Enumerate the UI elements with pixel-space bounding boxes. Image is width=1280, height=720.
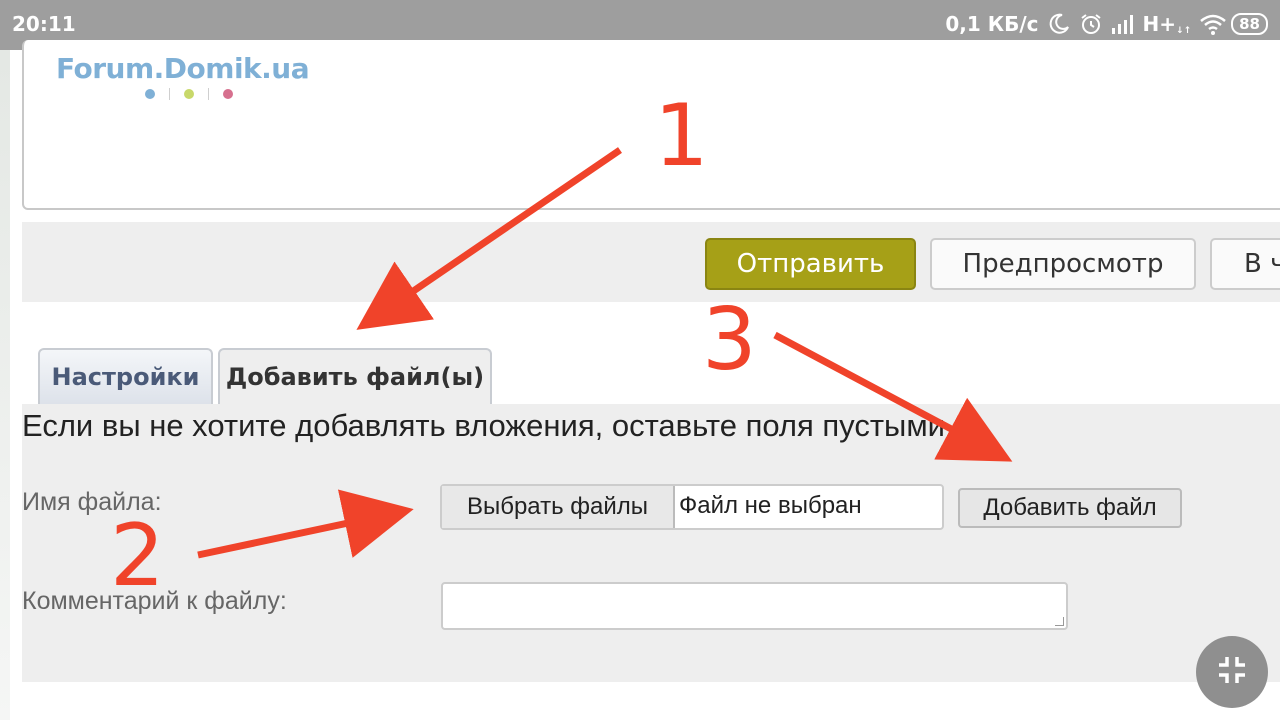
logo-dot-pink — [223, 89, 233, 99]
logo-divider — [208, 88, 209, 100]
annotation-number-1: 1 — [654, 86, 709, 186]
collapse-icon — [1216, 654, 1248, 691]
attachments-hint: Если вы не хотите добавлять вложения, ос… — [22, 408, 945, 443]
moon-icon — [1047, 12, 1071, 36]
more-button[interactable]: В ч — [1210, 238, 1280, 290]
attachments-panel — [22, 404, 1280, 682]
annotation-number-3: 3 — [702, 290, 757, 390]
logo-divider — [169, 88, 170, 100]
logo-dots — [145, 88, 233, 100]
network-type: H+↓↑ — [1142, 12, 1192, 36]
alarm-icon — [1079, 12, 1103, 36]
network-speed: 0,1 КБ/с — [945, 12, 1039, 36]
forum-logo[interactable]: Forum.Domik.ua — [56, 52, 310, 85]
signal-icon — [1111, 12, 1135, 36]
left-edge — [0, 50, 10, 720]
status-right: 0,1 КБ/с H+↓↑ 88 — [945, 12, 1268, 36]
logo-dot-blue — [145, 89, 155, 99]
annotation-number-2: 2 — [110, 506, 165, 606]
preview-button[interactable]: Предпросмотр — [930, 238, 1196, 290]
logo-dot-green — [184, 89, 194, 99]
add-file-button[interactable]: Добавить файл — [958, 488, 1182, 528]
battery-icon: 88 — [1231, 13, 1268, 35]
choose-files-button[interactable]: Выбрать файлы — [442, 486, 675, 528]
send-button[interactable]: Отправить — [705, 238, 916, 290]
no-file-chosen-text: Файл не выбран — [679, 492, 862, 519]
exit-fullscreen-button[interactable] — [1196, 636, 1268, 708]
status-time: 20:11 — [12, 12, 76, 36]
tab-settings[interactable]: Настройки — [38, 348, 213, 404]
wifi-icon — [1199, 12, 1226, 36]
file-comment-input[interactable] — [441, 582, 1068, 630]
resize-grip-icon[interactable] — [1055, 617, 1064, 626]
tab-add-files[interactable]: Добавить файл(ы) — [218, 348, 492, 404]
